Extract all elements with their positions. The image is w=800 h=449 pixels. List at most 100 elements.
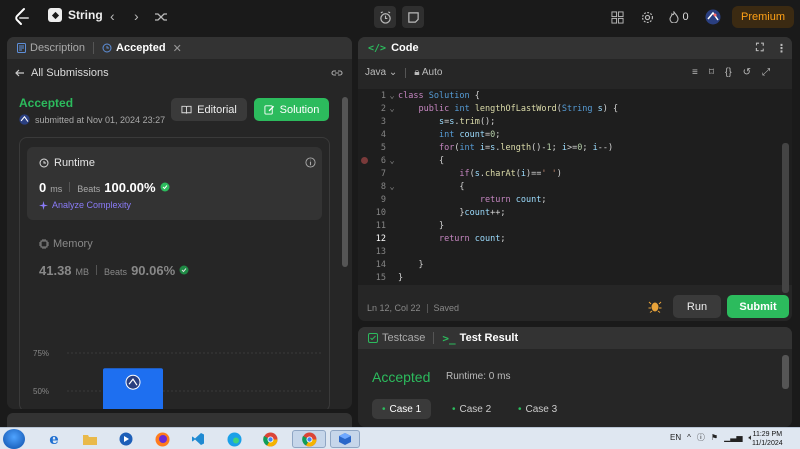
start-button[interactable]: [3, 429, 25, 449]
runtime-value-row: 0 ms Beats 100.00%: [39, 180, 170, 195]
chrome-window-icon[interactable]: [292, 430, 326, 448]
test-scrollbar[interactable]: [782, 355, 789, 389]
tab-description-label: Description: [30, 42, 86, 54]
tab-test-result-label: Test Result: [459, 332, 519, 344]
solution-button[interactable]: Solution: [254, 98, 329, 121]
distribution-chart[interactable]: 75%50%25%: [31, 307, 321, 409]
left-scrollbar[interactable]: [342, 97, 348, 267]
firefox-icon[interactable]: [148, 430, 176, 448]
line-number: 15: [375, 272, 386, 283]
alarm-clock-icon[interactable]: [374, 6, 396, 28]
tab-testcase[interactable]: Testcase: [368, 332, 425, 344]
breakpoint-icon[interactable]: [361, 157, 368, 164]
line-number: 12: [375, 233, 386, 244]
analyze-complexity-label: Analyze Complexity: [52, 200, 132, 210]
media-player-icon[interactable]: [112, 430, 140, 448]
beats-badge-icon: [179, 265, 189, 275]
submit-button[interactable]: Submit: [727, 295, 789, 318]
line-number: 11: [375, 220, 386, 231]
auto-toggle[interactable]: 🔒︎ Auto: [414, 67, 442, 78]
memory-beats-label: Beats: [104, 267, 128, 277]
info-icon[interactable]: [305, 157, 316, 168]
editor-scrollbar[interactable]: [782, 143, 789, 293]
chevron-left-icon[interactable]: ‹: [110, 8, 115, 24]
ie-icon[interactable]: e: [40, 430, 68, 448]
line-number: 14: [375, 259, 386, 270]
chevron-down-icon: ⌄: [388, 67, 398, 78]
memory-value: 41.38: [39, 263, 72, 278]
problem-list-button[interactable]: String: [48, 8, 103, 22]
test-panel: Testcase >_ Test Result Accepted Runtime…: [358, 327, 792, 427]
runtime-unit: ms: [50, 184, 63, 194]
gear-icon[interactable]: [636, 6, 658, 28]
code-toolbar: Java ⌄ 🔒︎ Auto: [365, 67, 442, 78]
tab-description[interactable]: Description: [17, 42, 85, 54]
flag-icon[interactable]: ⚑: [711, 433, 718, 442]
shuffle-icon[interactable]: [154, 11, 168, 23]
auto-label: Auto: [421, 67, 443, 78]
fold-icon[interactable]: ⌄: [386, 91, 398, 101]
premium-button[interactable]: Premium: [732, 6, 794, 28]
chevron-right-icon[interactable]: ›: [134, 8, 139, 24]
test-tab-bar: Testcase >_ Test Result: [358, 327, 792, 349]
share-link-icon[interactable]: [331, 68, 343, 78]
line-number: 3: [380, 116, 386, 127]
debugger-icon[interactable]: [648, 299, 662, 313]
chrome-icon[interactable]: [256, 430, 284, 448]
code-editor[interactable]: 1 ⌄ class Solution { 2 ⌄ public int lengthO…: [358, 89, 792, 293]
runtime-beats-value: 100.00%: [104, 180, 156, 195]
tab-accepted[interactable]: Accepted ✕: [102, 42, 182, 55]
submission-time-label: submitted at Nov 01, 2024 23:27: [35, 114, 166, 125]
case-label: Case 2: [459, 403, 492, 415]
info-icon[interactable]: ⓘ: [697, 432, 705, 443]
all-submissions-link[interactable]: All Submissions: [15, 67, 109, 79]
bookmark-icon[interactable]: ⌑: [709, 67, 714, 78]
leetcode-logo-icon[interactable]: [12, 7, 32, 27]
tab-divider: [433, 332, 435, 344]
runtime-beats-label: Beats: [77, 184, 101, 194]
note-icon[interactable]: [402, 6, 424, 28]
format-icon[interactable]: ≡: [692, 67, 698, 78]
more-icon[interactable]: ⋮: [776, 42, 787, 55]
vscode-icon[interactable]: [184, 430, 212, 448]
chevron-up-icon[interactable]: ^: [687, 433, 691, 442]
case-tab-3[interactable]: • Case 3: [508, 399, 567, 419]
flame-icon: [669, 11, 679, 23]
expand-icon[interactable]: ⤢: [762, 67, 770, 78]
language-indicator[interactable]: EN: [670, 433, 681, 442]
checkbox-icon: [368, 333, 378, 343]
avatar[interactable]: [702, 6, 724, 28]
braces-icon[interactable]: {}: [725, 67, 732, 78]
fold-icon[interactable]: ⌄: [386, 156, 398, 166]
system-clock[interactable]: 11:29 PM 11/1/2024: [752, 430, 783, 448]
editor-actions: ≡ ⌑ {} ↺ ⤢: [692, 67, 770, 78]
clock-time: 11:29 PM: [752, 431, 783, 438]
maximize-icon[interactable]: ⛶: [756, 42, 764, 55]
language-select[interactable]: Java ⌄: [365, 67, 397, 78]
edge-icon[interactable]: [220, 430, 248, 448]
avatar: [19, 114, 30, 125]
virtualbox-icon[interactable]: [330, 430, 360, 448]
left-tab-bar: Description Accepted ✕: [7, 37, 352, 59]
fold-icon[interactable]: ⌄: [386, 104, 398, 114]
streak-counter[interactable]: 0: [666, 6, 692, 28]
case-tab-2[interactable]: • Case 2: [442, 399, 501, 419]
editorial-button[interactable]: Editorial: [171, 98, 247, 121]
runtime-card[interactable]: Runtime 0 ms Beats 100.00% Analyze Compl…: [27, 147, 322, 220]
memory-tab[interactable]: Memory: [39, 238, 93, 250]
test-status: Accepted: [372, 369, 431, 385]
run-button[interactable]: Run: [673, 295, 721, 318]
line-number: 9: [380, 194, 386, 205]
case-tab-1[interactable]: • Case 1: [372, 399, 432, 419]
close-icon[interactable]: ✕: [173, 42, 182, 55]
network-icon[interactable]: ▁▃▅: [724, 433, 742, 442]
windows-taskbar: e EN ^ ⓘ ⚑ ▁▃▅ 🔈︎ 11:29 PM 11/1/2024: [0, 427, 800, 449]
tab-test-result[interactable]: >_ Test Result: [442, 332, 518, 345]
analyze-complexity-link[interactable]: Analyze Complexity: [39, 200, 131, 210]
layout-grid-icon[interactable]: [606, 6, 628, 28]
fold-icon[interactable]: ⌄: [386, 182, 398, 192]
reset-icon[interactable]: ↺: [743, 67, 751, 78]
line-number: 2: [380, 103, 386, 114]
file-explorer-icon[interactable]: [76, 430, 104, 448]
divider: [426, 303, 428, 313]
